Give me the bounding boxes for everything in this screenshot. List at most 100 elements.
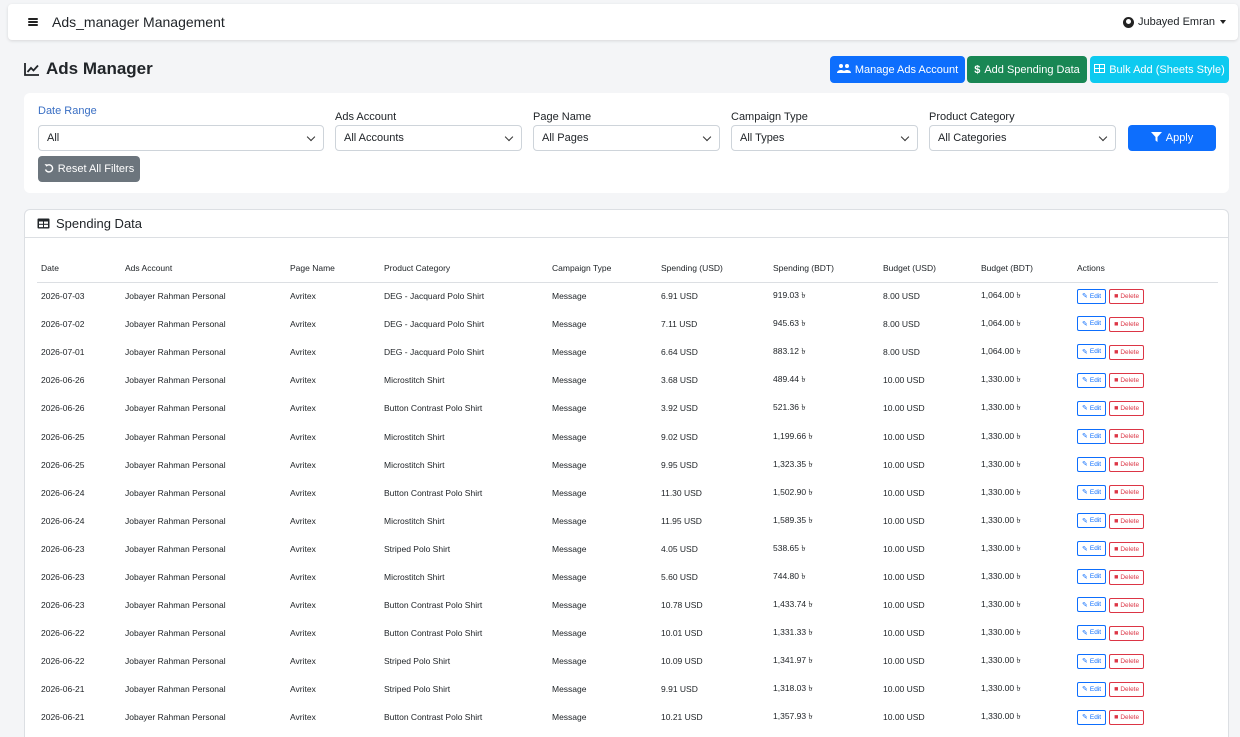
edit-icon: ✎ [1082,517,1088,525]
table-cell: 945.63 ৳ [773,318,806,329]
edit-label: Edit [1089,460,1102,468]
table-cell: 3.68 USD [661,375,698,386]
table-cell: Avritex [290,515,316,526]
delete-button[interactable]: ■ Delete [1109,625,1145,641]
delete-button[interactable]: ■ Delete [1109,569,1145,585]
edit-button[interactable]: ✎ Edit [1077,653,1107,669]
delete-button[interactable]: ■ Delete [1109,710,1145,726]
date-range-select[interactable]: All [38,125,324,151]
table-cell: Avritex [290,431,316,442]
add-spending-data-button[interactable]: $ Add Spending Data [967,56,1087,83]
table-cell: Avritex [290,571,316,582]
edit-button[interactable]: ✎ Edit [1077,456,1107,472]
delete-button[interactable]: ■ Delete [1109,373,1145,389]
edit-button[interactable]: ✎ Edit [1077,709,1107,725]
table-cell: 1,064.00 ৳ [981,290,1021,301]
column-header: Spending (USD) [657,254,769,283]
edit-button[interactable]: ✎ Edit [1077,597,1107,613]
edit-button[interactable]: ✎ Edit [1077,513,1107,529]
delete-button[interactable]: ■ Delete [1109,401,1145,417]
edit-button[interactable]: ✎ Edit [1077,372,1107,388]
table-cell: 1,330.00 ৳ [981,599,1021,610]
product-category-select[interactable]: All Categories [929,125,1116,151]
page-name-select[interactable]: All Pages [533,125,720,151]
delete-button[interactable]: ■ Delete [1109,513,1145,529]
table-cell: 10.78 USD [661,600,703,611]
edit-label: Edit [1089,376,1102,384]
table-cell: 2026-06-24 [41,487,85,498]
table-cell: 2026-07-02 [41,319,85,330]
delete-label: Delete [1120,293,1140,301]
apply-button[interactable]: Apply [1128,125,1216,151]
dollar-icon: $ [974,63,981,76]
actions-cell: ✎ Edit ■ Delete [1073,366,1218,394]
reset-filters-label: Reset All Filters [57,163,135,175]
trash-icon: ■ [1114,658,1119,666]
edit-button[interactable]: ✎ Edit [1077,400,1107,416]
edit-button[interactable]: ✎ Edit [1077,288,1107,304]
edit-button[interactable]: ✎ Edit [1077,316,1107,332]
table-row: 2026-07-01 Jobayer Rahman Personal Avritex… [37,338,1218,366]
table-cell: 744.80 ৳ [773,570,806,581]
hamburger-icon[interactable] [28,18,38,26]
table-cell: 6.91 USD [661,291,698,302]
delete-button[interactable]: ■ Delete [1109,597,1145,613]
delete-button[interactable]: ■ Delete [1109,316,1145,332]
table-cell: 1,064.00 ৳ [981,346,1021,357]
table-cell: 5.60 USD [661,571,698,582]
table-cell: 10.00 USD [883,459,925,470]
delete-button[interactable]: ■ Delete [1109,457,1145,473]
date-range-value: All [47,132,60,144]
table-cell: 2026-06-26 [41,375,85,386]
table-cell: 10.00 USD [883,684,925,695]
table-cell: 2026-06-23 [41,543,85,554]
table-cell: Message [552,543,587,554]
edit-button[interactable]: ✎ Edit [1077,541,1107,557]
delete-button[interactable]: ■ Delete [1109,429,1145,445]
table-cell: Message [552,459,587,470]
table-cell: 10.00 USD [883,628,925,639]
table-cell: Jobayer Rahman Personal [125,543,226,554]
table-cell: Message [552,628,587,639]
campaign-type-value: All Types [740,132,785,144]
table-cell: Jobayer Rahman Personal [125,571,226,582]
table-cell: Avritex [290,487,316,498]
table-cell: 1,330.00 ৳ [981,711,1021,722]
spending-data-card: Spending Data Date Ads Account Page Name Pr… [24,209,1229,737]
table-cell: 1,330.00 ৳ [981,683,1021,694]
trash-icon: ■ [1114,714,1119,722]
page-name-label: Page Name [533,111,592,123]
edit-button[interactable]: ✎ Edit [1077,681,1107,697]
table-cell: 2026-06-21 [41,712,85,723]
manage-ads-account-button[interactable]: Manage Ads Account [830,56,965,83]
delete-button[interactable]: ■ Delete [1109,289,1145,305]
edit-button[interactable]: ✎ Edit [1077,428,1107,444]
table-cell: 10.00 USD [883,656,925,667]
delete-button[interactable]: ■ Delete [1109,654,1145,670]
table-cell: 1,330.00 ৳ [981,570,1021,581]
table-cell: Avritex [290,628,316,639]
user-menu[interactable]: Jubayed Emran [1122,16,1226,28]
table-cell: 1,330.00 ৳ [981,486,1021,497]
table-row: 2026-07-03 Jobayer Rahman Personal Avritex… [37,282,1218,310]
edit-icon: ✎ [1082,405,1088,413]
delete-button[interactable]: ■ Delete [1109,344,1145,360]
edit-button[interactable]: ✎ Edit [1077,484,1107,500]
page-title-text: Ads Manager [46,59,153,78]
table-cell: 10.00 USD [883,375,925,386]
table-cell: 10.00 USD [883,571,925,582]
delete-button[interactable]: ■ Delete [1109,682,1145,698]
product-category-label: Product Category [929,111,1015,123]
bulk-add-button[interactable]: Bulk Add (Sheets Style) [1090,56,1229,83]
ads-account-select[interactable]: All Accounts [335,125,522,151]
edit-button[interactable]: ✎ Edit [1077,569,1107,585]
table-cell: Avritex [290,347,316,358]
campaign-type-select[interactable]: All Types [731,125,918,151]
delete-button[interactable]: ■ Delete [1109,541,1145,557]
reset-filters-button[interactable]: Reset All Filters [38,156,140,182]
delete-button[interactable]: ■ Delete [1109,485,1145,501]
edit-button[interactable]: ✎ Edit [1077,344,1107,360]
edit-button[interactable]: ✎ Edit [1077,625,1107,641]
table-cell: Avritex [290,459,316,470]
table-icon [1094,63,1106,76]
